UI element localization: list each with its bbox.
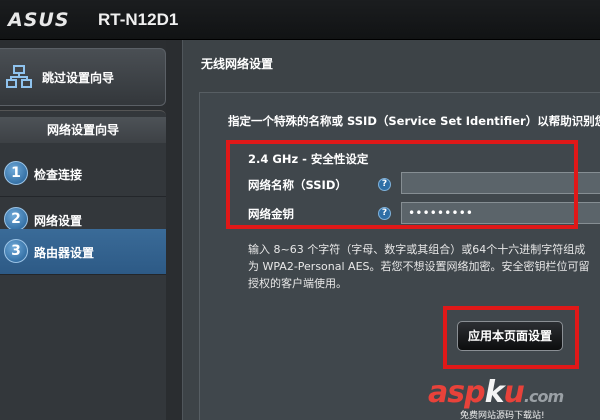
wizard-step-check-connection[interactable]: 1 检查连接 [0,151,166,197]
annotation-box-apply-button [443,306,579,369]
watermark: aspku.com 免费网站源码下载站! [428,375,564,420]
step-label: 检查连接 [34,168,83,182]
watermark-logo: aspku.com [428,375,564,410]
network-icon [6,65,32,88]
step-number: 1 [4,161,28,185]
step-number: 2 [4,207,28,231]
wizard-step-router-setup[interactable]: 3 路由器设置 [0,229,166,275]
intro-text: 指定一个特殊的名称或 SSID（Service Set Identifier）以… [228,114,600,128]
section-title: 无线网络设置 [201,57,274,71]
model-name: RT-N12D1 [98,10,179,29]
asus-logo: ASUS [8,9,70,31]
skip-wizard-label: 跳过设置向导 [42,71,115,85]
step-label: 路由器设置 [34,246,95,260]
wizard-title: 网络设置向导 [0,117,166,143]
annotation-box-wireless-fields [226,140,578,229]
sidebar: 跳过设置向导 网络设置向导 1 检查连接 2 网络设置 3 路由器设置 [0,40,166,420]
watermark-subtitle: 免费网站源码下载站! [460,411,545,420]
skip-wizard-button[interactable]: 跳过设置向导 [0,48,166,106]
header: ASUS RT-N12D1 [0,0,600,40]
setup-wizard-panel: 网络设置向导 1 检查连接 2 网络设置 3 路由器设置 [0,110,166,420]
step-label: 网络设置 [34,214,83,228]
key-requirements-note: 输入 8~63 个字符（字母、数字或其组合）或64个十六进制字符组成 为 WPA… [248,241,600,292]
note-line: 为 WPA2-Personal AES。若您不想设置网络加密。安全密钥栏位可留 [248,260,590,273]
note-line: 输入 8~63 个字符（字母、数字或其组合）或64个十六进制字符组成 [248,243,586,256]
note-line: 授权的客户端使用。 [248,277,347,290]
step-number: 3 [4,239,28,263]
